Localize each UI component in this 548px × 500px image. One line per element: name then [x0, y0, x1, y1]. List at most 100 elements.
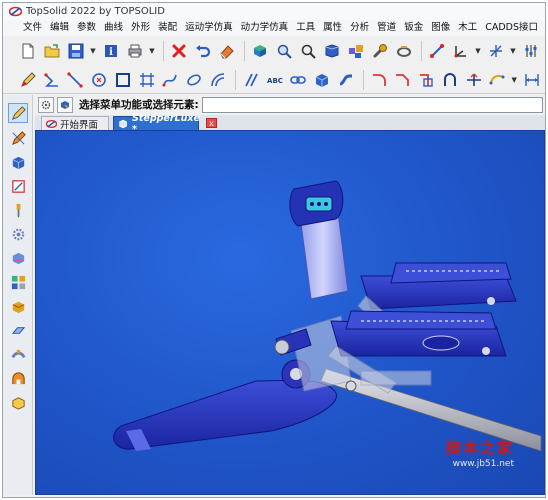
delete-x-icon — [172, 44, 186, 58]
menu-kinematics[interactable]: 运动学仿真 — [181, 20, 237, 36]
pencil-icon — [20, 71, 36, 87]
attribute-button[interactable] — [273, 40, 295, 62]
assembly-icon — [12, 252, 24, 264]
arch-icon — [443, 72, 456, 86]
new-file-icon — [22, 43, 34, 59]
sweep-button[interactable] — [335, 69, 357, 91]
fillet-button[interactable] — [368, 69, 390, 91]
print-button[interactable] — [124, 40, 146, 62]
eraser-button[interactable] — [216, 40, 238, 62]
prompt-settings-button[interactable] — [38, 96, 54, 113]
palette-drill-button[interactable] — [8, 200, 28, 220]
line-button[interactable] — [65, 69, 87, 91]
dimension-icon — [525, 73, 539, 86]
path-button[interactable] — [487, 69, 509, 91]
chain-button[interactable] — [287, 69, 309, 91]
frame-button[interactable] — [136, 69, 158, 91]
palette-solid-button[interactable] — [8, 152, 28, 172]
coordinate-dropdown-icon[interactable]: ▼ — [474, 40, 482, 62]
axis-button[interactable] — [485, 40, 507, 62]
axis-dropdown-icon[interactable]: ▼ — [509, 40, 517, 62]
parallel-button[interactable] — [240, 69, 262, 91]
measure-button[interactable] — [426, 40, 448, 62]
dimension-button[interactable] — [521, 69, 543, 91]
save-button[interactable] — [65, 40, 87, 62]
3d-viewport[interactable]: 脚本之家 www.jb51.net — [35, 130, 545, 495]
path-dropdown-icon[interactable]: ▼ — [510, 69, 518, 91]
app-window: TopSolid 2022 by TOPSOLID 文件 编辑 参数 曲线 外形… — [2, 2, 546, 498]
menu-analysis[interactable]: 分析 — [346, 20, 373, 36]
offset-button[interactable] — [207, 69, 229, 91]
rectangle-button[interactable] — [112, 69, 134, 91]
palette-draft-button[interactable] — [8, 176, 28, 196]
close-tab-button[interactable]: x — [206, 118, 217, 128]
layers-button[interactable] — [249, 40, 271, 62]
menu-dynamics[interactable]: 动力学仿真 — [237, 20, 293, 36]
menu-assembly[interactable]: 装配 — [154, 20, 181, 36]
open-file-button[interactable] — [41, 40, 63, 62]
assembly-button[interactable] — [345, 40, 367, 62]
part-blue-button[interactable] — [321, 40, 343, 62]
rectangle-icon — [115, 72, 130, 87]
palette-assembly-button[interactable] — [8, 248, 28, 268]
prompt-bar: 选择菜单功能或选择元素: — [35, 95, 545, 114]
menu-file[interactable]: 文件 — [19, 20, 46, 36]
menu-image[interactable]: 图像 — [427, 20, 454, 36]
text-button[interactable]: ABC — [264, 69, 286, 91]
palette-curve-button[interactable] — [8, 103, 28, 123]
chamfer-icon — [396, 73, 410, 86]
menu-attributes[interactable]: 属性 — [319, 20, 346, 36]
tab-stepperluxe[interactable]: StepperLuxe * — [113, 113, 200, 135]
prompt-input[interactable] — [201, 96, 543, 113]
print-dropdown-icon[interactable]: ▼ — [148, 40, 156, 62]
arch-button[interactable] — [439, 69, 461, 91]
delete-button[interactable] — [168, 40, 190, 62]
wrench-button[interactable] — [369, 40, 391, 62]
palette-pipe-button[interactable] — [8, 344, 28, 364]
polyline-button[interactable] — [41, 69, 63, 91]
sheet-metal-icon — [11, 326, 25, 334]
circle-button[interactable] — [88, 69, 110, 91]
menu-curves[interactable]: 曲线 — [100, 20, 127, 36]
ring-button[interactable] — [393, 40, 415, 62]
ring-icon — [397, 46, 411, 57]
sketch-button[interactable] — [17, 69, 39, 91]
display-button — [317, 202, 321, 206]
palette-render-button[interactable] — [8, 368, 28, 388]
palette-sheet-metal-button[interactable] — [8, 320, 28, 340]
menu-shape[interactable]: 外形 — [127, 20, 154, 36]
front-pedal-top — [345, 310, 497, 330]
spline-button[interactable] — [160, 69, 182, 91]
palette-wood-button[interactable] — [8, 392, 28, 412]
palette-shape-button[interactable] — [8, 128, 28, 148]
trim-button[interactable] — [415, 69, 437, 91]
chamfer-button[interactable] — [391, 69, 413, 91]
undo-button[interactable] — [192, 40, 214, 62]
solid-button[interactable] — [311, 69, 333, 91]
menu-cadds-interface[interactable]: CADDS接口 — [481, 20, 542, 36]
palette-mold-button[interactable] — [8, 296, 28, 316]
tab-start-page[interactable]: 开始界面 — [41, 116, 109, 131]
ellipse-button[interactable] — [183, 69, 205, 91]
coordinate-button[interactable] — [450, 40, 472, 62]
split-icon — [466, 73, 481, 86]
search-button[interactable] — [297, 40, 319, 62]
menu-tools[interactable]: 工具 — [292, 20, 319, 36]
menu-wood[interactable]: 木工 — [454, 20, 481, 36]
line-icon — [67, 71, 84, 88]
new-file-button[interactable] — [17, 40, 39, 62]
menu-edit[interactable]: 编辑 — [46, 20, 73, 36]
palette-components-button[interactable] — [8, 272, 28, 292]
info-icon: i — [105, 45, 117, 58]
info-button[interactable]: i — [100, 40, 122, 62]
mold-block-icon — [12, 301, 24, 313]
palette-gear-button[interactable] — [8, 224, 28, 244]
menu-parameters[interactable]: 参数 — [73, 20, 100, 36]
save-dropdown-icon[interactable]: ▼ — [89, 40, 97, 62]
menu-piping[interactable]: 管道 — [373, 20, 400, 36]
settings-button[interactable] — [520, 40, 542, 62]
menu-sheet-metal[interactable]: 钣金 — [400, 20, 427, 36]
prompt-options-button[interactable] — [57, 96, 73, 113]
printer-icon — [128, 44, 142, 58]
split-button[interactable] — [463, 69, 485, 91]
